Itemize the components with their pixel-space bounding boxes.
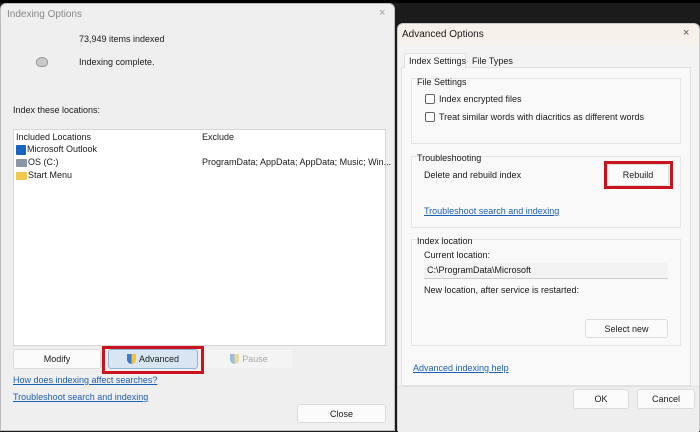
troubleshooting-label: Troubleshooting: [417, 153, 482, 163]
index-location-label: Index location: [417, 236, 473, 246]
ok-label: OK: [594, 394, 608, 404]
locations-list[interactable]: Included Locations Exclude Microsoft Out…: [13, 129, 391, 346]
close-label: Close: [329, 408, 353, 419]
list-item[interactable]: Start Menu: [16, 170, 376, 182]
location-name: OS (C:): [28, 157, 59, 167]
location-name: Microsoft Outlook: [27, 144, 98, 154]
drive-icon: [16, 159, 27, 167]
indexing-options-window: Indexing Options × 73,949 items indexed …: [0, 3, 395, 431]
tab-label: File Types: [472, 56, 513, 66]
cancel-button[interactable]: Cancel: [637, 389, 695, 409]
items-indexed: 73,949 items indexed: [79, 34, 165, 44]
column-included[interactable]: Included Locations: [16, 132, 91, 142]
close-icon[interactable]: ×: [379, 7, 385, 19]
select-new-button[interactable]: Select new: [585, 319, 668, 338]
diacritics-checkbox[interactable]: [425, 112, 435, 122]
highlight-box: [102, 346, 204, 374]
ok-button[interactable]: OK: [573, 389, 629, 409]
index-encrypted-checkbox[interactable]: [425, 94, 435, 104]
advanced-help-link[interactable]: Advanced indexing help: [413, 363, 509, 373]
cancel-label: Cancel: [651, 394, 680, 404]
modify-button[interactable]: Modify: [13, 349, 101, 369]
close-button[interactable]: Close: [297, 404, 386, 423]
indexing-status: Indexing complete.: [79, 57, 155, 67]
advanced-options-dialog: Advanced Options × Index Settings File T…: [397, 23, 700, 432]
rebuild-text: Delete and rebuild index: [424, 170, 522, 180]
indexing-status-icon: [36, 57, 48, 67]
column-exclude[interactable]: Exclude: [202, 132, 234, 142]
diacritics-label[interactable]: Treat similar words with diacritics as d…: [439, 112, 644, 122]
locations-label: Index these locations:: [13, 105, 101, 115]
pause-button[interactable]: Pause: [205, 349, 293, 369]
window-title: Indexing Options: [7, 9, 83, 20]
pause-label: Pause: [242, 354, 268, 364]
tab-label: Index Settings: [409, 56, 467, 66]
file-settings-group: [411, 78, 681, 144]
close-icon[interactable]: ×: [683, 27, 689, 39]
troubleshoot-link[interactable]: Troubleshoot search and indexing: [13, 392, 148, 402]
select-new-label: Select new: [604, 323, 649, 334]
highlight-box: [604, 161, 673, 189]
index-encrypted-label[interactable]: Index encrypted files: [439, 94, 522, 104]
current-location-label: Current location:: [424, 250, 491, 260]
modify-label: Modify: [43, 354, 71, 364]
tab-index-settings[interactable]: Index Settings: [404, 53, 466, 69]
new-location-label: New location, after service is restarted…: [424, 285, 580, 295]
list-item[interactable]: Microsoft Outlook: [16, 144, 376, 156]
location-name: Start Menu: [28, 170, 73, 180]
list-item[interactable]: OS (C:) ProgramData; AppData; AppData; M…: [16, 157, 391, 169]
outlook-icon: [16, 145, 26, 155]
folder-icon: [16, 172, 27, 180]
tab-file-types[interactable]: File Types: [468, 55, 518, 68]
current-location-field: C:\ProgramData\Microsoft: [424, 263, 668, 279]
file-settings-label: File Settings: [417, 77, 467, 87]
shield-icon: [230, 354, 240, 364]
troubleshoot-link[interactable]: Troubleshoot search and indexing: [424, 206, 559, 216]
location-exclude: ProgramData; AppData; AppData; Music; Wi…: [202, 157, 392, 167]
dialog-title: Advanced Options: [402, 29, 484, 40]
how-indexing-link[interactable]: How does indexing affect searches?: [13, 375, 157, 385]
current-location-value: C:\ProgramData\Microsoft: [427, 265, 532, 275]
